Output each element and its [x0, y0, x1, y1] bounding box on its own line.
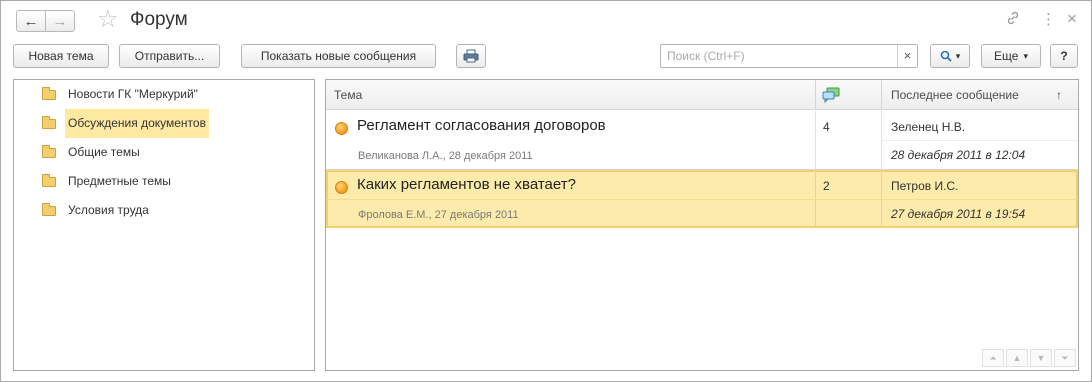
- help-button[interactable]: ?: [1050, 44, 1078, 68]
- row-divider: [881, 140, 1078, 141]
- column-header-last-message[interactable]: Последнее сообщение: [891, 80, 1019, 110]
- more-menu-button[interactable]: Еще ▾: [981, 44, 1041, 68]
- last-message-author: Зеленец Н.В.: [891, 120, 966, 134]
- topic-author: Фролова Е.М., 27 декабря 2011: [358, 209, 519, 221]
- folder-icon: [42, 144, 56, 158]
- table-row[interactable]: Регламент согласования договоров Великан…: [326, 111, 1078, 169]
- clear-search-icon[interactable]: ×: [897, 45, 917, 67]
- tree-item-label: Условия труда: [68, 203, 149, 217]
- topic-title: Каких регламентов не хватает?: [357, 176, 576, 193]
- table-row[interactable]: Каких регламентов не хватает? Фролова Е.…: [326, 170, 1078, 228]
- message-count: 4: [823, 120, 830, 134]
- favorite-star-icon[interactable]: ☆: [97, 7, 119, 33]
- row-divider: [326, 199, 1078, 200]
- topic-status-icon: [335, 181, 348, 194]
- scroll-down-button[interactable]: ▼: [1030, 349, 1052, 367]
- folder-icon: [42, 202, 56, 216]
- topic-title: Регламент согласования договоров: [357, 117, 606, 134]
- column-header-messages[interactable]: [822, 87, 840, 104]
- printer-icon: [463, 49, 479, 63]
- search-field[interactable]: ×: [660, 44, 918, 68]
- last-message-date: 27 декабря 2011 в 19:54: [891, 207, 1026, 221]
- folder-icon: [42, 86, 56, 100]
- title-bar: ← → ☆ Форум ⋮ ×: [1, 1, 1091, 41]
- close-icon[interactable]: ×: [1067, 9, 1077, 29]
- page-title: Форум: [130, 9, 188, 30]
- chevron-down-icon: ▾: [1023, 50, 1028, 61]
- send-button[interactable]: Отправить...: [119, 44, 220, 68]
- scroll-last-button[interactable]: ⏷: [1054, 349, 1076, 367]
- table-header: Тема Последнее сообщение ↑: [326, 80, 1078, 110]
- tree-item-label: Предметные темы: [68, 174, 171, 188]
- folder-icon: [42, 115, 56, 129]
- arrow-left-icon: ←: [23, 12, 39, 30]
- column-header-topic[interactable]: Тема: [334, 80, 362, 110]
- arrow-right-icon: →: [52, 12, 68, 30]
- magnifier-icon: [940, 50, 952, 62]
- scroll-up-button[interactable]: ▲: [1006, 349, 1028, 367]
- column-divider: [815, 80, 816, 110]
- topic-status-icon: [335, 122, 348, 135]
- more-label: Еще: [994, 49, 1019, 63]
- tree-item-label: Обсуждения документов: [65, 109, 209, 138]
- forum-window: ← → ☆ Форум ⋮ × Новая тема Отправить... …: [0, 0, 1092, 382]
- search-options-button[interactable]: ▾: [930, 44, 970, 68]
- search-input[interactable]: [665, 48, 897, 64]
- topic-author: Великанова Л.А., 28 декабря 2011: [358, 150, 533, 162]
- scroll-first-button[interactable]: ⏶: [982, 349, 1004, 367]
- tree-item-label: Новости ГК "Меркурий": [68, 87, 198, 101]
- print-button[interactable]: [456, 44, 486, 68]
- folder-icon: [42, 173, 56, 187]
- message-count: 2: [823, 179, 830, 193]
- show-new-messages-button[interactable]: Показать новые сообщения: [241, 44, 436, 68]
- forum-sections-tree: Новости ГК "Меркурий" Обсуждения докумен…: [13, 79, 315, 371]
- link-icon[interactable]: [1005, 10, 1021, 32]
- last-message-date: 28 декабря 2011 в 12:04: [891, 148, 1026, 162]
- link-svg: [1007, 11, 1019, 25]
- sort-ascending-icon[interactable]: ↑: [1056, 80, 1062, 110]
- chevron-down-icon: ▾: [955, 50, 961, 61]
- back-button[interactable]: ←: [16, 10, 46, 32]
- tree-item-label: Общие темы: [68, 145, 140, 159]
- last-message-author: Петров И.С.: [891, 179, 959, 193]
- topics-table: Тема Последнее сообщение ↑ Регламент сог…: [325, 79, 1079, 371]
- more-vertical-icon[interactable]: ⋮: [1041, 10, 1056, 30]
- forward-button[interactable]: →: [45, 10, 75, 32]
- new-topic-button[interactable]: Новая тема: [13, 44, 109, 68]
- column-divider: [881, 80, 882, 110]
- messages-icon: [822, 87, 840, 104]
- cell-divider: [815, 111, 816, 169]
